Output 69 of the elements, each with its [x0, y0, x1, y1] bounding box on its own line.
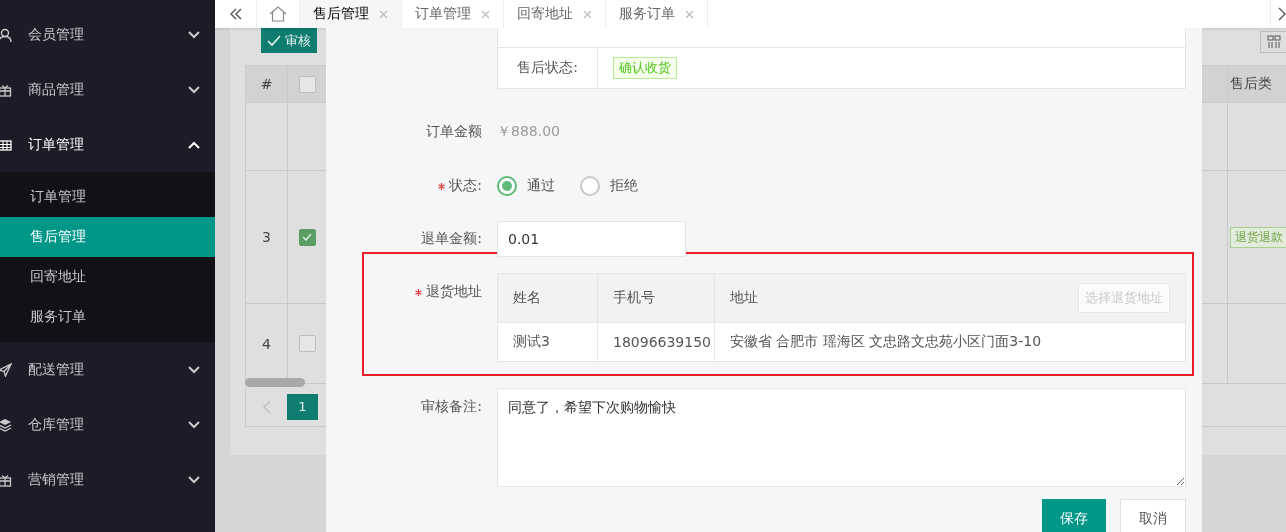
column-header: 地址: [730, 289, 758, 307]
scroll-right-button[interactable]: [1270, 0, 1286, 28]
double-chevron-left-icon: [228, 8, 243, 20]
check-icon: [267, 34, 281, 47]
status-tag: 确认收货: [613, 57, 677, 79]
chevron-down-icon: [188, 365, 200, 374]
column-header: #: [246, 66, 288, 103]
chevron-right-icon: [1278, 7, 1286, 21]
status-tag: 退货退款: [1230, 226, 1286, 248]
column-header: 姓名: [513, 289, 541, 307]
table-cell: 3: [246, 171, 288, 304]
field-label: 退单金额:: [421, 230, 482, 248]
scrollbar[interactable]: [245, 378, 305, 387]
chevron-down-icon: [188, 85, 200, 94]
home-button[interactable]: [257, 0, 300, 28]
tab[interactable]: 售后管理: [300, 0, 402, 28]
radio-button[interactable]: [497, 176, 517, 196]
layers-icon: [0, 417, 12, 432]
submenu-item[interactable]: 订单管理: [0, 177, 215, 217]
checkbox[interactable]: [298, 335, 316, 352]
menu-item[interactable]: 会员管理: [0, 7, 215, 62]
user-icon: [0, 27, 12, 42]
table-cell: 测试3: [498, 323, 598, 362]
table-cell: 18096639150: [598, 323, 715, 362]
chevron-down-icon: [188, 30, 200, 39]
cancel-button[interactable]: 取消: [1120, 499, 1186, 532]
field-label: 订单金额: [426, 123, 482, 141]
page-button[interactable]: 1: [287, 393, 318, 420]
close-icon: [583, 9, 592, 19]
gift-icon: [0, 82, 12, 97]
audit-button[interactable]: 审核: [261, 28, 317, 53]
collapse-button[interactable]: [215, 0, 257, 28]
menu-item[interactable]: 配送管理: [0, 342, 215, 397]
submenu-item[interactable]: 回寄地址: [0, 257, 215, 297]
field-label: 退货地址: [426, 283, 482, 301]
checkbox[interactable]: [298, 228, 316, 246]
remark-field[interactable]: 同意了，希望下次购物愉快: [497, 388, 1186, 487]
chevron-up-icon: [188, 140, 200, 149]
close-icon: [481, 9, 490, 19]
chevron-left-icon: [263, 399, 271, 414]
option-label[interactable]: 拒绝: [610, 177, 638, 195]
gift-icon: [0, 472, 12, 487]
menu-item[interactable]: 商品管理: [0, 62, 215, 117]
table-cell: 售后状态:: [498, 48, 598, 88]
menu-item[interactable]: 订单管理: [0, 117, 215, 172]
table-cell: 安徽省 合肥市 瑶海区 文忠路文忠苑小区门面3-10: [715, 323, 1186, 362]
save-button[interactable]: 保存: [1042, 499, 1106, 532]
field-label: 状态:: [449, 177, 482, 195]
chevron-down-icon: [188, 475, 200, 484]
menu-item[interactable]: 营销管理: [0, 452, 215, 507]
close-icon: [379, 9, 388, 19]
column-header: 手机号: [613, 289, 655, 307]
submenu-item[interactable]: 售后管理: [0, 217, 215, 257]
menu-item[interactable]: 仓库管理: [0, 397, 215, 452]
check-icon: [302, 233, 312, 241]
close-icon: [685, 9, 694, 19]
paper-plane-icon: [0, 362, 12, 377]
chevron-down-icon: [188, 420, 200, 429]
refund-amount-field[interactable]: 0.01: [497, 221, 686, 257]
submenu-item[interactable]: 服务订单: [0, 297, 215, 337]
amount-text: ￥888.00: [497, 123, 560, 141]
option-label[interactable]: 通过: [527, 177, 555, 195]
checkbox[interactable]: [298, 75, 316, 93]
column-header: 售后类: [1228, 66, 1286, 103]
grid-icon: [0, 137, 12, 152]
radio-button[interactable]: [580, 176, 600, 196]
field-label: 审核备注:: [421, 398, 482, 416]
home-icon: [269, 6, 287, 22]
columns-icon: [1266, 35, 1281, 49]
